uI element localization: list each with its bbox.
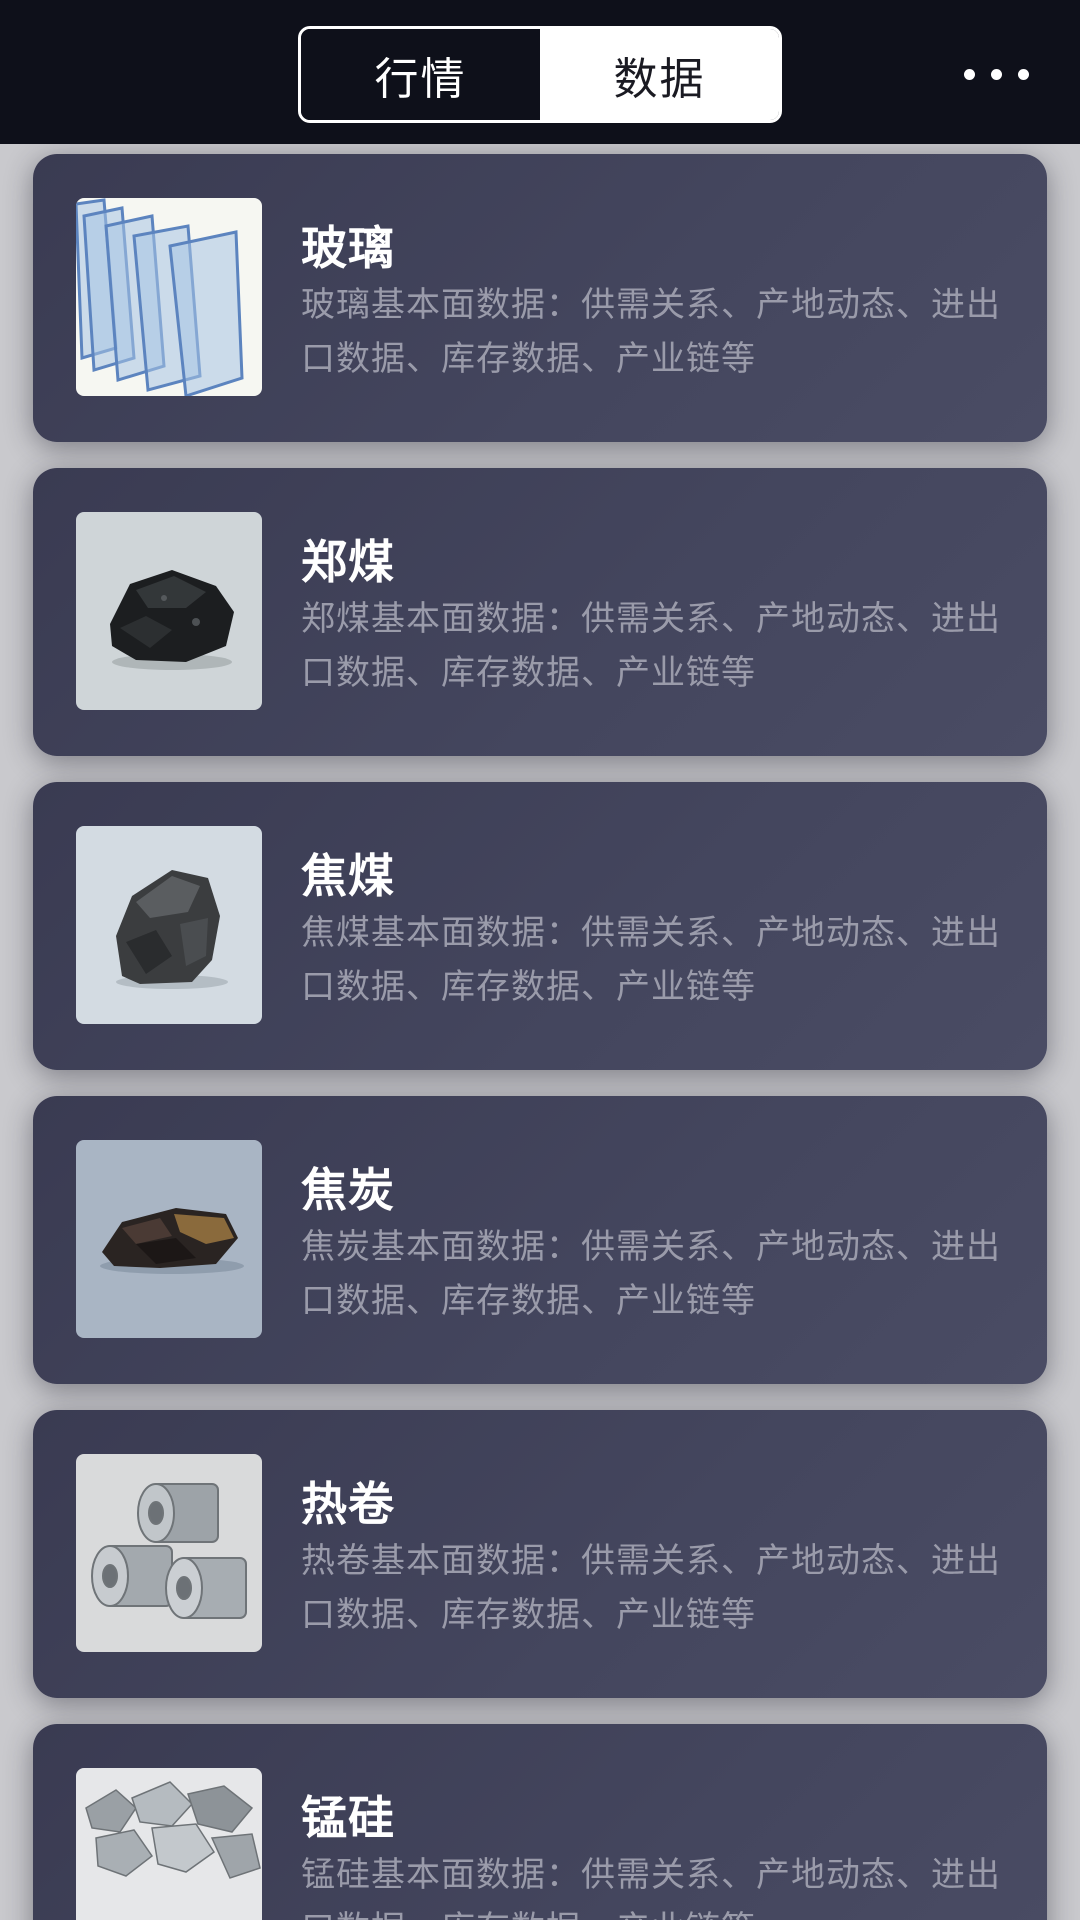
item-title: 郑煤	[301, 535, 395, 589]
list-item-thermal-coal[interactable]: 郑煤 郑煤基本面数据：供需关系、产地动态、进出口数据、库存数据、产业链等	[33, 468, 1047, 756]
tab-data[interactable]: 数据	[540, 29, 779, 120]
top-bar: 行情 数据	[0, 0, 1080, 144]
list-item-coke[interactable]: 焦炭 焦炭基本面数据：供需关系、产地动态、进出口数据、库存数据、产业链等	[33, 1096, 1047, 1384]
silicomanganese-image	[76, 1768, 262, 1920]
segmented-control: 行情 数据	[298, 26, 782, 123]
list-item-coking-coal[interactable]: 焦煤 焦煤基本面数据：供需关系、产地动态、进出口数据、库存数据、产业链等	[33, 782, 1047, 1070]
more-dots-icon[interactable]	[964, 56, 1074, 92]
item-title: 玻璃	[301, 221, 395, 275]
glass-panes-image	[76, 198, 262, 396]
coking-coal-image	[76, 826, 262, 1024]
coke-image	[76, 1140, 262, 1338]
steel-coils-image	[76, 1454, 262, 1652]
item-title: 焦煤	[301, 849, 395, 903]
dot	[964, 68, 975, 80]
item-description: 焦煤基本面数据：供需关系、产地动态、进出口数据、库存数据、产业链等	[301, 913, 1001, 1007]
item-description: 热卷基本面数据：供需关系、产地动态、进出口数据、库存数据、产业链等	[301, 1541, 1001, 1635]
tab-market[interactable]: 行情	[301, 29, 540, 120]
item-title: 锰硅	[301, 1791, 395, 1845]
dot	[1018, 68, 1029, 80]
item-title: 焦炭	[301, 1163, 395, 1217]
list-item-hot-rolled-coil[interactable]: 热卷 热卷基本面数据：供需关系、产地动态、进出口数据、库存数据、产业链等	[33, 1410, 1047, 1698]
dot	[991, 68, 1002, 80]
item-description: 锰硅基本面数据：供需关系、产地动态、进出口数据、库存数据、产业链等	[301, 1855, 1001, 1920]
item-description: 玻璃基本面数据：供需关系、产地动态、进出口数据、库存数据、产业链等	[301, 285, 1001, 379]
item-description: 郑煤基本面数据：供需关系、产地动态、进出口数据、库存数据、产业链等	[301, 599, 1001, 693]
app-root: 行情 数据 玻璃 玻璃基本面数据：供需关系、产地动态、进出口数据、库存数据、产业…	[0, 0, 1080, 1920]
coal-lump-image	[76, 512, 262, 710]
list-item-glass[interactable]: 玻璃 玻璃基本面数据：供需关系、产地动态、进出口数据、库存数据、产业链等	[33, 154, 1047, 442]
item-description: 焦炭基本面数据：供需关系、产地动态、进出口数据、库存数据、产业链等	[301, 1227, 1001, 1321]
item-title: 热卷	[301, 1477, 395, 1531]
list-item-silicomanganese[interactable]: 锰硅 锰硅基本面数据：供需关系、产地动态、进出口数据、库存数据、产业链等	[33, 1724, 1047, 1920]
